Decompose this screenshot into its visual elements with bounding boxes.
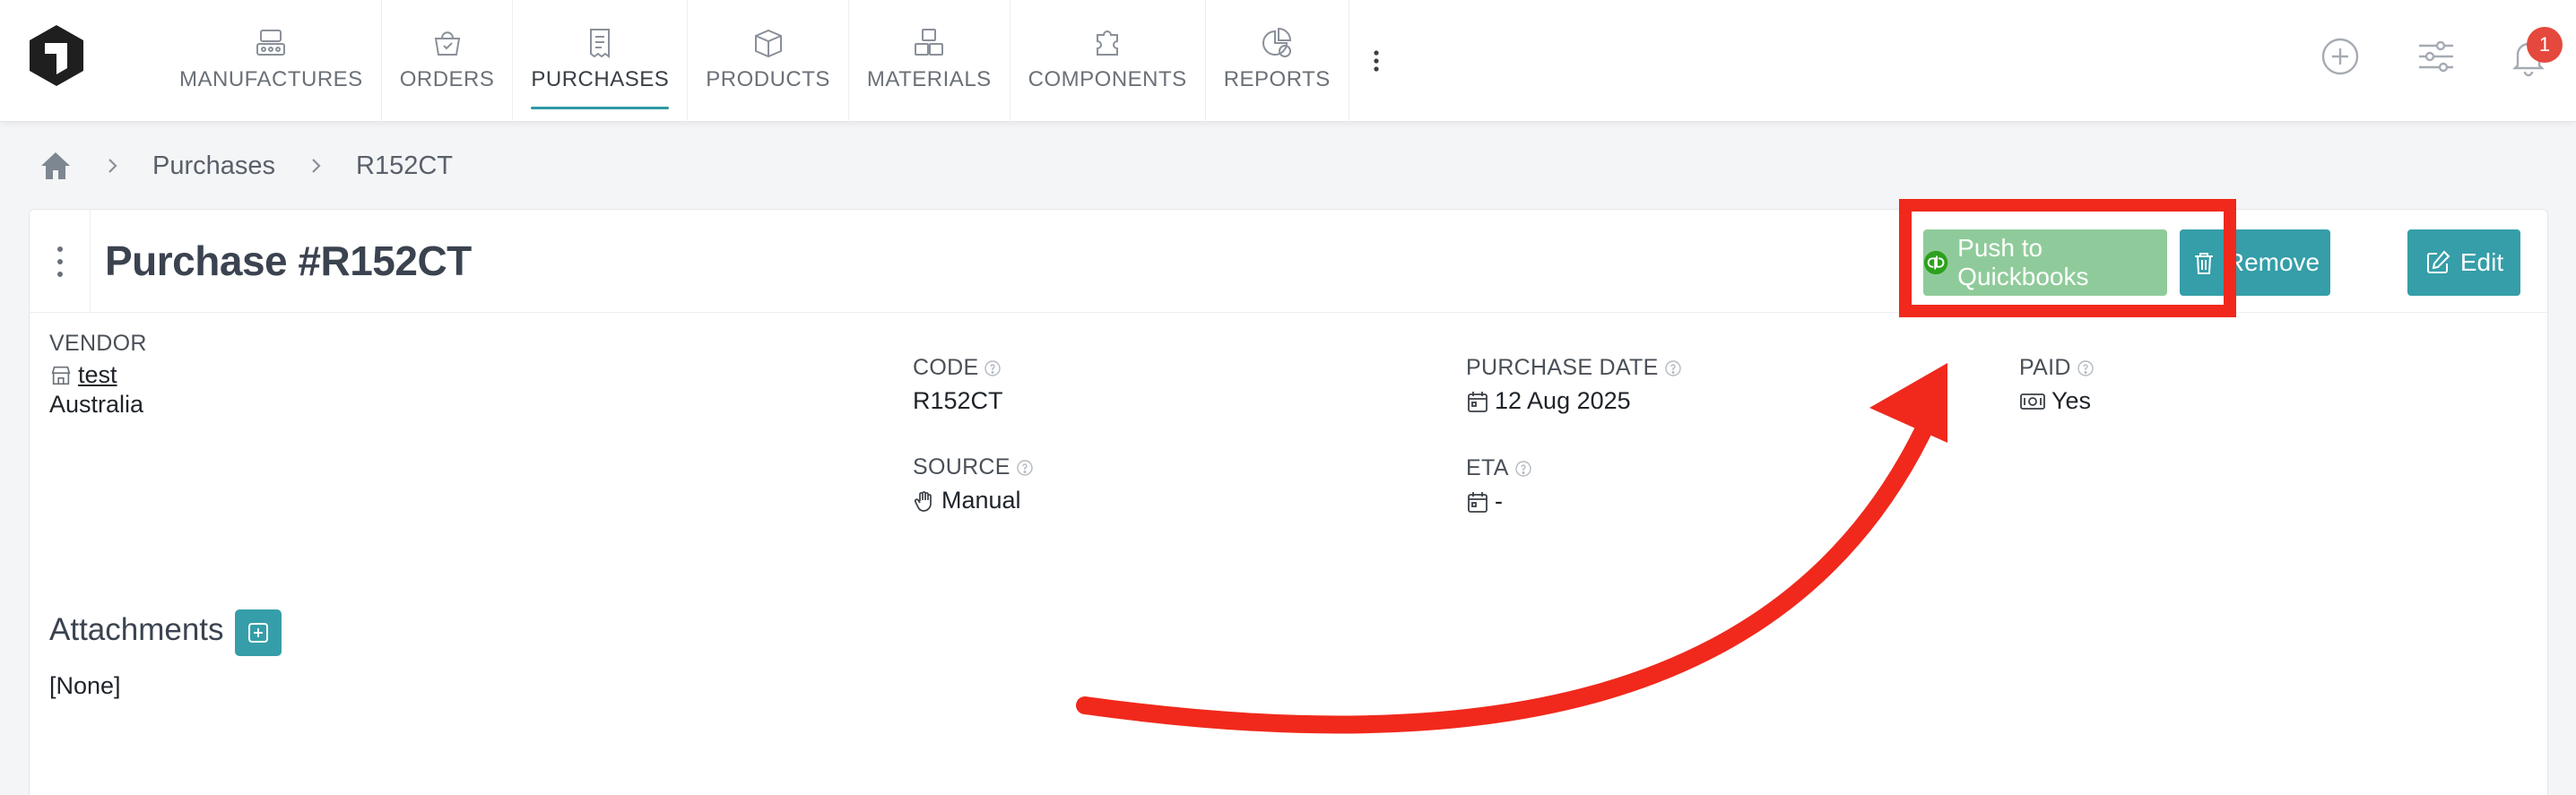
paid-label-text: PAID <box>2019 355 2071 380</box>
vendor-link[interactable]: test <box>78 361 117 389</box>
code-value: R152CT <box>913 387 1003 414</box>
store-icon <box>51 366 71 385</box>
top-navigation-bar: MANUFACTURES ORDERS PURCHASES PRODUCTS M… <box>0 0 2576 122</box>
code-label-text: CODE <box>913 355 979 380</box>
purchase-date-text: 12 Aug 2025 <box>1495 387 1631 414</box>
help-icon[interactable] <box>1514 460 1532 478</box>
paid-label: PAID <box>2019 355 2095 381</box>
nav-item-purchases[interactable]: PURCHASES <box>513 0 689 122</box>
hand-icon <box>914 490 932 512</box>
chevron-right-icon <box>108 159 117 173</box>
eta-text: - <box>1495 488 1503 514</box>
main-nav: MANUFACTURES ORDERS PURCHASES PRODUCTS M… <box>161 0 1403 122</box>
nav-label: COMPONENTS <box>1028 67 1187 91</box>
purchase-date-label: PURCHASE DATE <box>1466 355 1682 381</box>
more-vertical-icon <box>56 246 63 277</box>
box-icon <box>754 29 782 58</box>
app-logo[interactable] <box>27 23 86 88</box>
paid-value: Yes <box>2019 387 2091 415</box>
source-label-text: SOURCE <box>913 454 1010 480</box>
edit-button[interactable]: Edit <box>2407 229 2520 296</box>
vendor-name[interactable]: test <box>49 361 117 389</box>
cash-icon <box>2020 393 2045 410</box>
notification-badge: 1 <box>2527 27 2563 63</box>
nav-label: MATERIALS <box>866 67 992 91</box>
more-vertical-icon <box>1374 50 1379 72</box>
annotation-highlight-box <box>1899 199 2236 317</box>
blocks-icon <box>915 29 944 56</box>
nav-label: MANUFACTURES <box>179 67 363 91</box>
nav-label: REPORTS <box>1223 67 1331 91</box>
vendor-label: VENDOR <box>49 331 147 357</box>
eta-value: - <box>1466 488 1503 515</box>
nav-item-products[interactable]: PRODUCTS <box>688 0 849 122</box>
nav-item-manufactures[interactable]: MANUFACTURES <box>161 0 382 122</box>
card-menu-button[interactable] <box>30 210 91 313</box>
home-icon[interactable] <box>39 151 72 181</box>
purchase-date-value: 12 Aug 2025 <box>1466 387 1631 415</box>
vendor-label-text: VENDOR <box>49 331 147 356</box>
plus-square-icon <box>248 623 268 643</box>
breadcrumb-current: R152CT <box>356 151 454 180</box>
nav-label: ORDERS <box>399 67 495 91</box>
basket-icon <box>434 31 460 56</box>
source-text: Manual <box>941 487 1021 514</box>
source-value: Manual <box>913 487 1021 514</box>
nav-label: PRODUCTS <box>706 67 830 91</box>
source-label: SOURCE <box>913 454 1034 480</box>
nav-more-button[interactable] <box>1349 0 1403 122</box>
nav-label: PURCHASES <box>531 67 670 91</box>
nav-item-components[interactable]: COMPONENTS <box>1010 0 1206 122</box>
help-icon[interactable] <box>1664 359 1682 377</box>
purchase-date-label-text: PURCHASE DATE <box>1466 355 1659 380</box>
edit-icon <box>2426 250 2450 273</box>
chart-icon <box>1262 27 1292 57</box>
nav-item-materials[interactable]: MATERIALS <box>849 0 1010 122</box>
remove-label: Remove <box>2225 248 2320 276</box>
vendor-country: Australia <box>49 391 144 418</box>
edit-label: Edit <box>2459 248 2504 276</box>
factory-icon <box>256 30 286 56</box>
add-attachment-button[interactable] <box>235 609 282 656</box>
attachments-title: Attachments <box>49 612 224 647</box>
puzzle-icon <box>1097 30 1119 56</box>
help-icon[interactable] <box>984 359 1002 377</box>
help-icon[interactable] <box>2077 359 2095 377</box>
code-label: CODE <box>913 355 1002 381</box>
help-icon[interactable] <box>1016 459 1034 477</box>
breadcrumb: Purchases R152CT <box>39 143 453 188</box>
breadcrumb-purchases[interactable]: Purchases <box>152 151 275 181</box>
paid-text: Yes <box>2051 387 2092 414</box>
nav-item-orders[interactable]: ORDERS <box>382 0 514 122</box>
calendar-icon <box>1468 491 1487 513</box>
nav-item-reports[interactable]: REPORTS <box>1206 0 1349 122</box>
attachments-empty: [None] <box>49 672 121 699</box>
eta-label-text: ETA <box>1466 455 1509 480</box>
calendar-icon <box>1468 391 1487 412</box>
sliders-icon[interactable] <box>2414 34 2459 79</box>
page-title: Purchase #R152CT <box>105 238 472 284</box>
eta-label: ETA <box>1466 455 1532 481</box>
plus-circle-icon[interactable] <box>2318 34 2363 79</box>
receipt-icon <box>590 29 611 58</box>
chevron-right-icon <box>312 159 321 173</box>
